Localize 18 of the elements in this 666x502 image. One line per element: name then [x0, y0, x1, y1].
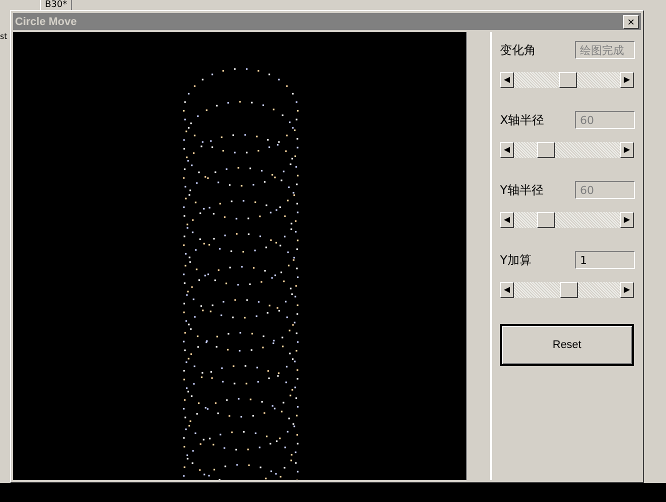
scroll-right-button[interactable]: ▶ — [620, 282, 634, 298]
window-title: Circle Move — [15, 16, 77, 28]
scroll-left-button[interactable]: ◀ — [500, 282, 514, 298]
field-label: 变化角 — [500, 42, 536, 58]
field-label: Y轴半径 — [500, 182, 544, 198]
field-label: X轴半径 — [500, 112, 544, 128]
slider-thumb[interactable] — [560, 282, 578, 298]
field-label: Y加算 — [500, 252, 532, 268]
scroll-right-button[interactable]: ▶ — [620, 142, 634, 158]
scroll-right-button[interactable]: ▶ — [620, 72, 634, 88]
reset-button[interactable]: Reset — [500, 324, 634, 366]
background-text: st — [0, 32, 8, 41]
scroll-left-button[interactable]: ◀ — [500, 142, 514, 158]
scroll-left-button[interactable]: ◀ — [500, 212, 514, 228]
input-field[interactable]: 1 — [575, 251, 635, 269]
scroll-right-button[interactable]: ▶ — [620, 212, 634, 228]
scroll-left-button[interactable]: ◀ — [500, 72, 514, 88]
close-button[interactable]: × — [623, 14, 639, 28]
